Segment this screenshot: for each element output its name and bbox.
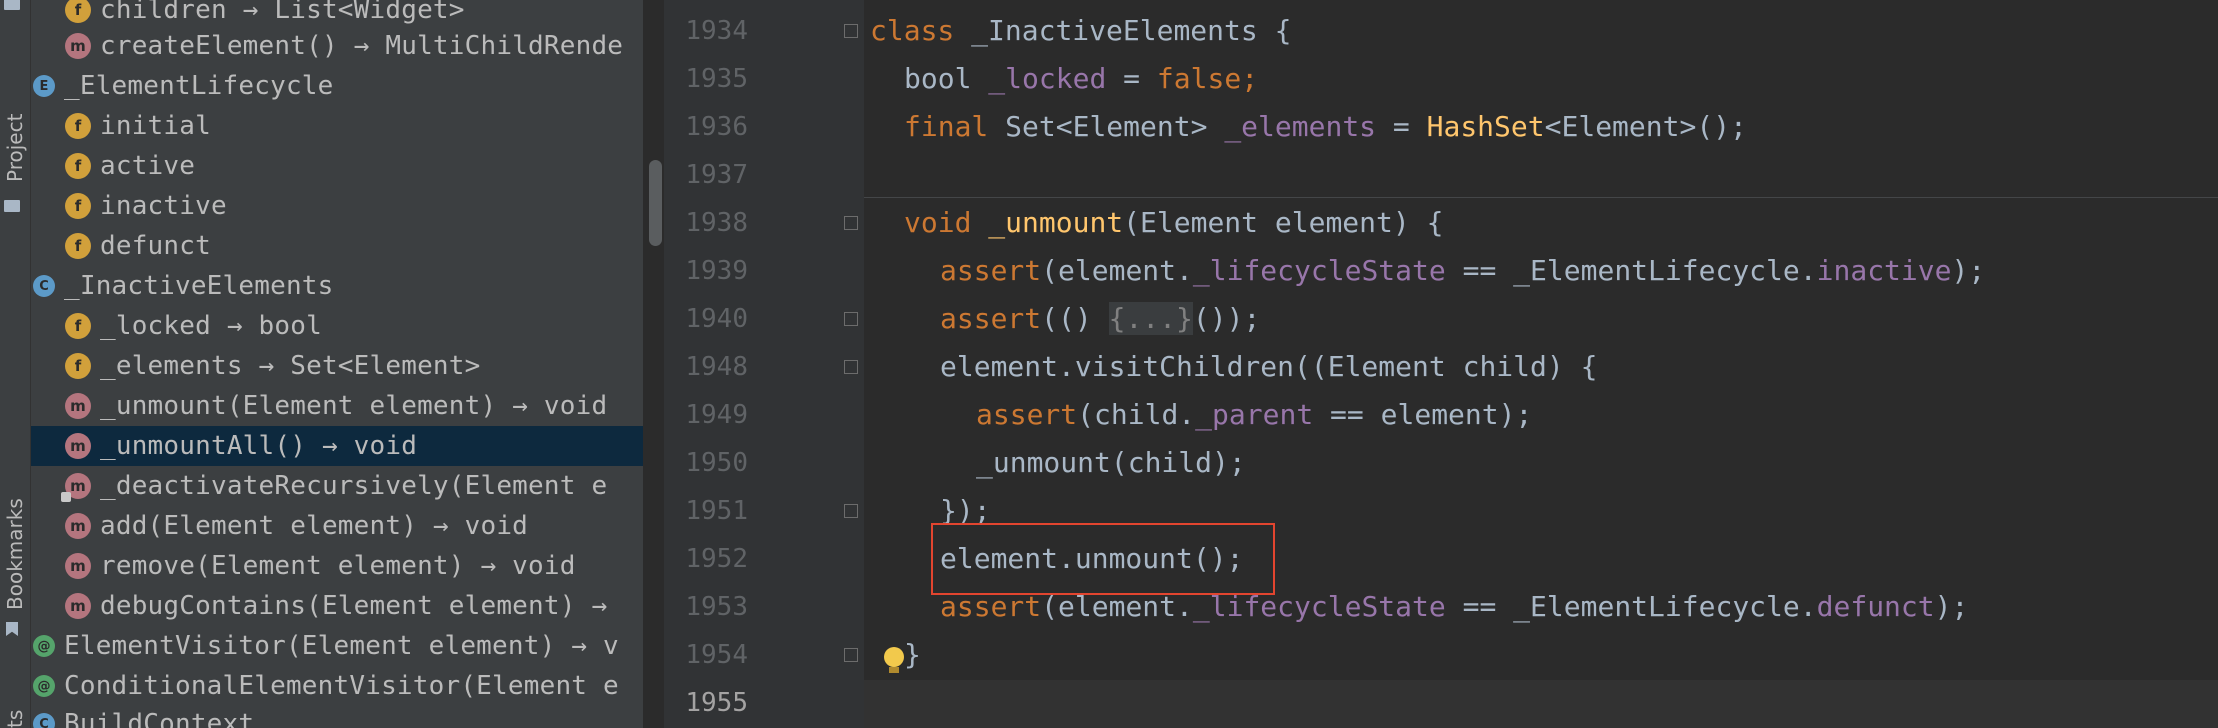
method-separator	[864, 197, 2218, 198]
method-icon: m	[65, 553, 91, 579]
code-line: assert(() {...}());	[940, 302, 1261, 335]
tree-item[interactable]: f initial	[31, 106, 643, 146]
code-line: element.visitChildren((Element child) {	[940, 350, 1598, 383]
line-number: 1950	[685, 448, 748, 478]
caret-line-highlight	[864, 680, 2218, 728]
line-number: 1937	[685, 160, 748, 190]
fold-marker[interactable]	[844, 24, 858, 38]
typedef-icon: @	[33, 675, 55, 697]
line-number: 1935	[685, 64, 748, 94]
class-icon: C	[33, 275, 55, 297]
tree-item-selected[interactable]: m _unmountAll() → void	[31, 426, 643, 466]
tool-window-strip: Project Bookmarks ts	[0, 0, 31, 728]
tree-item[interactable]: m _unmount(Element element) → void	[31, 386, 643, 426]
tree-item[interactable]: m remove(Element element) → void	[31, 546, 643, 586]
tree-item[interactable]: C BuildContext	[31, 704, 643, 728]
tree-item[interactable]: f active	[31, 146, 643, 186]
field-icon: f	[65, 353, 91, 379]
code-line: assert(child._parent == element);	[976, 398, 1533, 431]
tree-item[interactable]: f _locked → bool	[31, 306, 643, 346]
line-number: 1954	[685, 640, 748, 670]
code-line: bool _locked = false;	[904, 62, 1259, 95]
code-line: assert(element._lifecycleState == _Eleme…	[940, 254, 1986, 287]
tree-item[interactable]: @ ElementVisitor(Element element) → v	[31, 626, 643, 666]
method-icon: m	[65, 433, 91, 459]
tree-item[interactable]: m _deactivateRecursively(Element e	[31, 466, 643, 506]
structure-scrollbar[interactable]	[649, 160, 662, 246]
tree-item[interactable]: E _ElementLifecycle	[31, 66, 643, 106]
field-icon: f	[65, 193, 91, 219]
line-number: 1955	[685, 688, 748, 718]
code-line: _unmount(child);	[976, 446, 1246, 479]
field-icon: f	[65, 153, 91, 179]
line-number: 1936	[685, 112, 748, 142]
method-icon: m	[65, 593, 91, 619]
line-number: 1948	[685, 352, 748, 382]
fold-marker[interactable]	[844, 360, 858, 374]
field-icon: f	[65, 113, 91, 139]
editor-gutter: 1934 1935 1936 1937 1938 1939 1940 1948 …	[664, 0, 864, 728]
line-number: 1934	[685, 16, 748, 46]
method-icon: m	[65, 33, 91, 59]
fold-end-marker[interactable]	[844, 648, 858, 662]
line-number: 1939	[685, 256, 748, 286]
class-icon: C	[33, 713, 55, 728]
tree-item[interactable]: f inactive	[31, 186, 643, 226]
code-line: final Set<Element> _elements = HashSet<E…	[904, 110, 1747, 143]
tree-item[interactable]: @ ConditionalElementVisitor(Element e	[31, 666, 643, 706]
lock-icon	[61, 492, 71, 502]
code-line: void _unmount(Element element) {	[904, 206, 1444, 239]
field-icon: f	[65, 313, 91, 339]
enum-icon: E	[33, 75, 55, 97]
typedef-icon: @	[33, 635, 55, 657]
line-number: 1953	[685, 592, 748, 622]
structure-panel: f children → List<Widget> m createElemen…	[31, 0, 643, 728]
method-icon: m	[65, 513, 91, 539]
line-number: 1951	[685, 496, 748, 526]
method-icon: m	[65, 393, 91, 419]
field-icon: f	[65, 0, 91, 23]
bookmark-icon[interactable]	[6, 622, 18, 636]
folder-icon[interactable]	[4, 0, 20, 10]
folder-icon[interactable]	[4, 200, 20, 212]
line-number: 1938	[685, 208, 748, 238]
line-number: 1952	[685, 544, 748, 574]
code-editor[interactable]: class _InactiveElements { bool _locked =…	[864, 0, 2218, 728]
code-line: class _InactiveElements {	[870, 14, 1292, 47]
method-icon: m	[61, 473, 91, 502]
highlight-annotation-box	[931, 523, 1275, 595]
folded-region: {...}	[1108, 302, 1193, 335]
code-line: }	[904, 638, 921, 671]
tree-item[interactable]: m createElement() → MultiChildRende	[31, 26, 643, 66]
lightbulb-icon[interactable]	[884, 647, 906, 675]
fold-end-marker[interactable]	[844, 504, 858, 518]
tree-item[interactable]: f _elements → Set<Element>	[31, 346, 643, 386]
structure-tool-tab[interactable]: ts	[3, 710, 27, 728]
field-icon: f	[65, 233, 91, 259]
tree-item[interactable]: m debugContains(Element element) →	[31, 586, 643, 626]
project-tool-tab[interactable]: Project	[3, 114, 27, 182]
line-number: 1949	[685, 400, 748, 430]
tree-item[interactable]: m add(Element element) → void	[31, 506, 643, 546]
bookmarks-tool-tab[interactable]: Bookmarks	[3, 498, 27, 610]
tree-item[interactable]: f defunct	[31, 226, 643, 266]
fold-expand-marker[interactable]	[844, 312, 858, 326]
line-number: 1940	[685, 304, 748, 334]
tree-item[interactable]: C _InactiveElements	[31, 266, 643, 306]
fold-marker[interactable]	[844, 216, 858, 230]
